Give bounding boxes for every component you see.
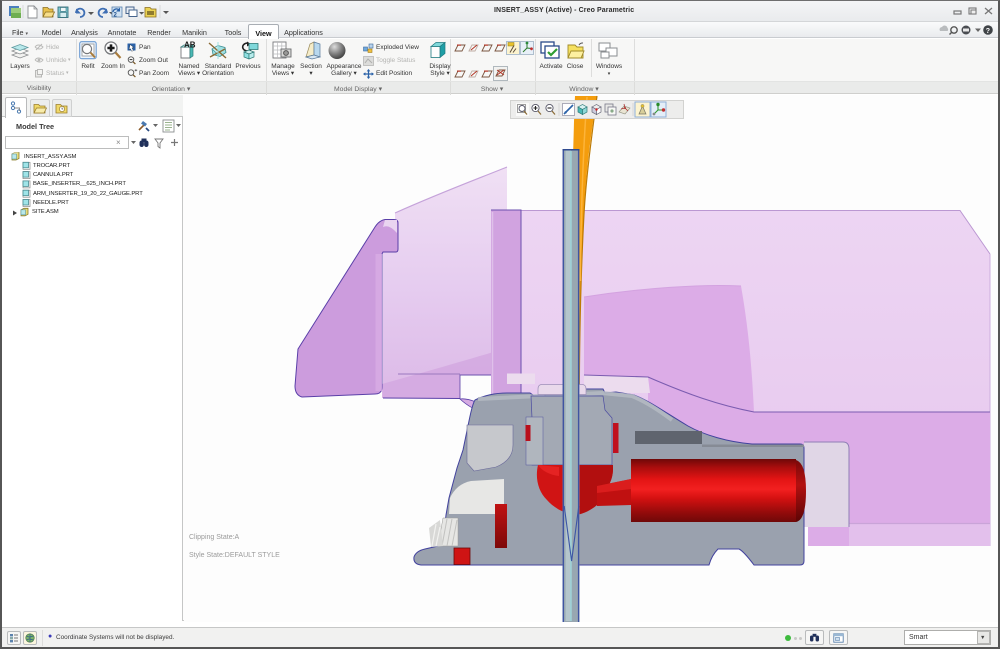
- svg-text:AB: AB: [184, 41, 196, 50]
- svg-text:Style State:DEFAULT STYLE: Style State:DEFAULT STYLE: [189, 552, 280, 559]
- svg-text:Clipping State:A: Clipping State:A: [189, 534, 240, 541]
- svg-text:?: ?: [986, 28, 990, 35]
